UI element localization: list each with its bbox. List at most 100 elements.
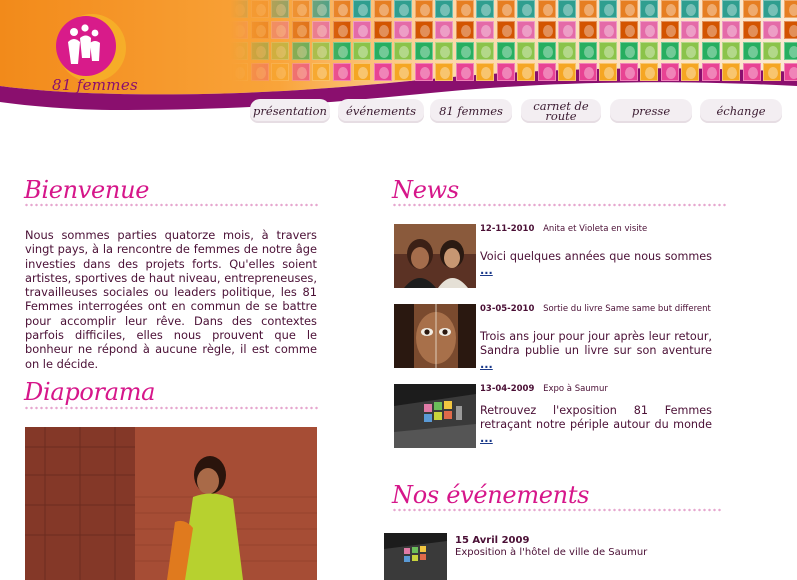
portrait-tile [332, 63, 351, 81]
portrait-tile [312, 21, 330, 39]
portrait-tile [701, 42, 720, 60]
section-divider [24, 406, 320, 410]
event-date: 15 Avril 2009 [455, 535, 530, 546]
portrait-tile [701, 63, 720, 81]
portrait-tile [312, 42, 330, 60]
news-body-text: Retrouvez l'exposition 81 Femmes retraça… [480, 404, 712, 431]
portrait-tile [517, 63, 535, 81]
news-headline: Sortie du livre Same same but different [543, 304, 711, 314]
event-description[interactable]: Exposition à l'hôtel de ville de Saumur [455, 547, 647, 558]
section-divider [392, 508, 722, 512]
portrait-tile [783, 63, 797, 81]
news-headline: Expo à Saumur [543, 384, 608, 394]
portrait-tile [599, 21, 617, 39]
read-more-link[interactable]: ... [480, 432, 493, 445]
nav-item-carnet-de-route[interactable]: carnet de route [521, 99, 601, 123]
portrait-tile [476, 21, 494, 39]
welcome-title: Bienvenue [24, 176, 150, 204]
slideshow-title: Diaporama [24, 378, 156, 406]
news-thumbnail[interactable] [394, 384, 476, 448]
portrait-tile [291, 0, 310, 18]
portrait-tile [701, 0, 720, 18]
portrait-tile [435, 63, 453, 81]
portrait-tile [435, 21, 453, 39]
portrait-tile [660, 63, 679, 81]
nav-item-presse[interactable]: presse [610, 99, 692, 123]
news-body: Trois ans jour pour jour après leur reto… [480, 330, 712, 372]
portrait-tile [250, 63, 269, 81]
portrait-tile [373, 21, 392, 39]
portrait-tile [353, 63, 371, 81]
portrait-tile [291, 42, 310, 60]
portrait-tile [578, 63, 597, 81]
main-nav: présentation événements 81 femmes carnet… [250, 99, 790, 125]
portrait-tile [701, 21, 720, 39]
portrait-tile [722, 63, 740, 81]
portrait-tile [558, 21, 576, 39]
portrait-tile [353, 21, 371, 39]
portrait-tile [394, 0, 412, 18]
portrait-tile [742, 21, 761, 39]
portrait-tile [619, 0, 638, 18]
portrait-tile [373, 0, 392, 18]
portrait-tile [476, 42, 494, 60]
news-body-text: Voici quelques années que nous sommes [480, 250, 712, 263]
portrait-tile [742, 63, 761, 81]
news-meta: 03-05-2010 Sortie du livre Same same but… [480, 304, 712, 315]
portrait-tile [332, 42, 351, 60]
portrait-tile [517, 0, 535, 18]
slideshow-image[interactable] [25, 427, 317, 580]
news-date: 03-05-2010 [480, 304, 535, 314]
news-item: 03-05-2010 Sortie du livre Same same but… [394, 304, 714, 374]
portrait-tile [414, 63, 433, 81]
portrait-tile [230, 21, 248, 39]
read-more-link[interactable]: ... [480, 264, 493, 277]
portrait-tile [496, 63, 515, 81]
portrait-tile [578, 0, 597, 18]
nav-item-81-femmes[interactable]: 81 femmes [430, 99, 512, 123]
portrait-tile [250, 0, 269, 18]
portrait-tile [496, 0, 515, 18]
portrait-tile [578, 21, 597, 39]
portrait-tile [660, 0, 679, 18]
events-title: Nos événements [392, 481, 590, 509]
portrait-tile [291, 21, 310, 39]
portrait-tile [271, 0, 289, 18]
portrait-tile [763, 21, 781, 39]
portrait-tile [537, 0, 556, 18]
portrait-tile [722, 42, 740, 60]
nav-item-echange[interactable]: échange [700, 99, 782, 123]
event-thumbnail[interactable] [384, 533, 447, 580]
portrait-tile [332, 0, 351, 18]
news-thumbnail[interactable] [394, 224, 476, 288]
portrait-tile [394, 63, 412, 81]
portrait-tile [558, 42, 576, 60]
portrait-tile [558, 0, 576, 18]
portrait-tile [271, 63, 289, 81]
news-title: News [392, 176, 459, 204]
portrait-tile [578, 42, 597, 60]
portrait-tile [496, 21, 515, 39]
portrait-tile [230, 42, 248, 60]
news-body: Voici quelques années que nous sommes ..… [480, 250, 712, 278]
nav-item-presentation[interactable]: présentation [250, 99, 330, 123]
portrait-tile [599, 42, 617, 60]
portrait-tile [783, 42, 797, 60]
portrait-tile [640, 42, 658, 60]
portrait-tile [455, 42, 474, 60]
read-more-link[interactable]: ... [480, 358, 493, 371]
news-meta: 12-11-2010 Anita et Violeta en visite [480, 224, 712, 235]
portrait-tile [619, 63, 638, 81]
portrait-tile [660, 42, 679, 60]
news-thumbnail[interactable] [394, 304, 476, 368]
portrait-tile [332, 21, 351, 39]
nav-item-evenements[interactable]: événements [338, 99, 424, 123]
portrait-tile [763, 63, 781, 81]
section-divider [24, 203, 320, 207]
portrait-tile [640, 21, 658, 39]
news-meta: 13-04-2009 Expo à Saumur [480, 384, 712, 395]
portrait-tile [414, 0, 433, 18]
portrait-tile [537, 21, 556, 39]
section-divider [392, 203, 726, 207]
portrait-mosaic [230, 0, 797, 84]
